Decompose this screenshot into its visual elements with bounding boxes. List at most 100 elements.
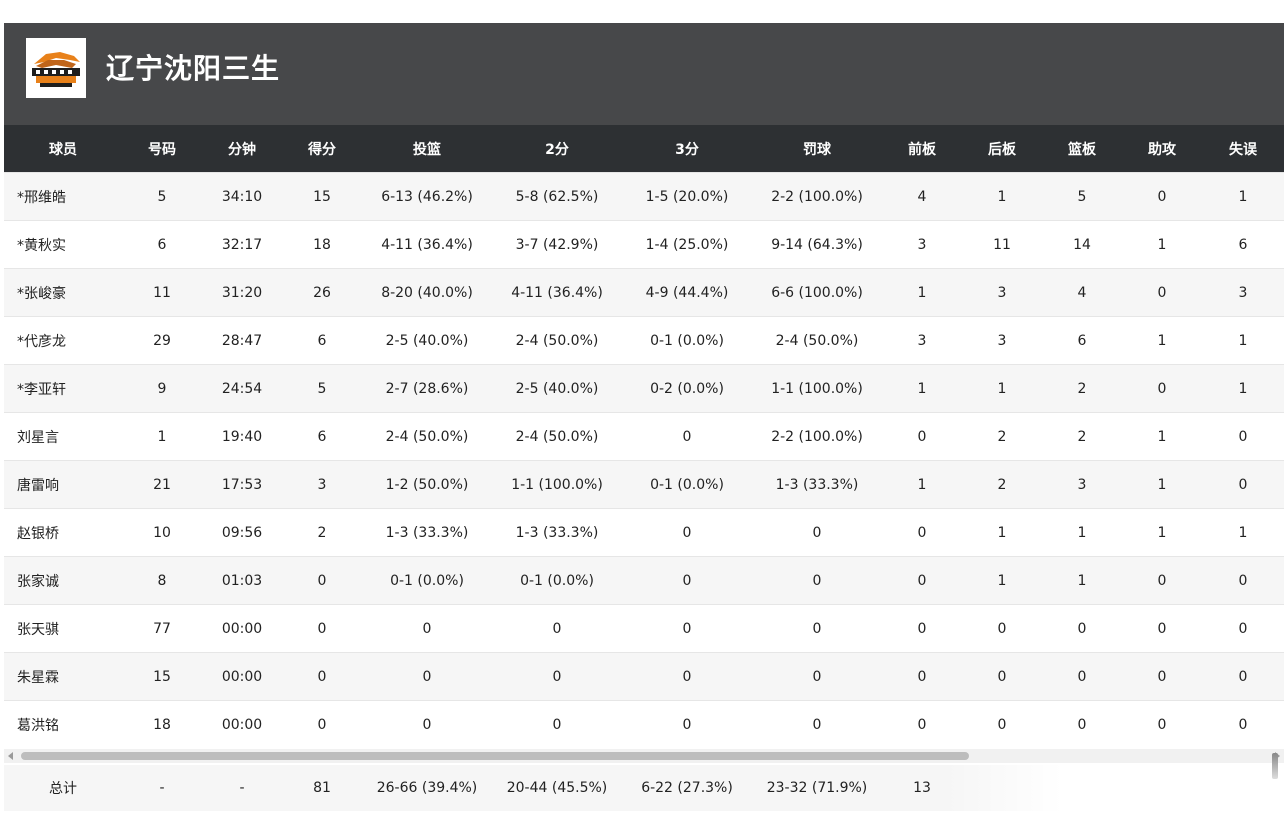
player-row: 朱星霖 15 00:00 0 0 0 0 0 0 0 0 0 0 xyxy=(4,652,1284,701)
stat-cell: 1 xyxy=(882,460,962,509)
column-header[interactable]: 号码 xyxy=(122,125,202,173)
column-header[interactable]: 前板 xyxy=(882,125,962,173)
player-row: *黄秋实 6 32:17 18 4-11 (36.4%) 3-7 (42.9%) 1-4 (… xyxy=(4,220,1284,269)
stat-cell: 1 xyxy=(882,268,962,317)
stat-cell: 18 xyxy=(282,220,362,269)
totals-cell: - xyxy=(202,765,282,811)
stat-cell: 0 xyxy=(622,412,752,461)
player-name: 唐雷响 xyxy=(4,460,122,509)
column-header[interactable]: 罚球 xyxy=(752,125,882,173)
player-name: 朱星霖 xyxy=(4,652,122,701)
stat-cell: 3 xyxy=(1042,460,1122,509)
scroll-left-arrow-icon[interactable] xyxy=(8,752,13,760)
stat-cell: 2-4 (50.0%) xyxy=(492,412,622,461)
stat-cell: 0 xyxy=(1202,412,1284,461)
column-header[interactable]: 分钟 xyxy=(202,125,282,173)
stat-cell: 0-1 (0.0%) xyxy=(492,556,622,605)
stat-cell: 1-1 (100.0%) xyxy=(492,460,622,509)
stat-cell: 21 xyxy=(122,460,202,509)
stat-cell: 11 xyxy=(122,268,202,317)
stat-cell: 6-6 (100.0%) xyxy=(752,268,882,317)
stat-cell: 4-11 (36.4%) xyxy=(362,220,492,269)
column-header[interactable]: 后板 xyxy=(962,125,1042,173)
stat-cell: 0 xyxy=(282,652,362,701)
team-header: 辽宁沈阳三生 xyxy=(4,23,1284,125)
player-stats-table: 球员 号码 分钟 得分 投篮 2分 3分 罚球 前板 后板 篮板 助攻 失误 *邢维皓 5 34:10 15 6… xyxy=(4,125,1284,748)
player-name: 刘星言 xyxy=(4,412,122,461)
stat-cell: 3 xyxy=(882,316,962,365)
stat-cell: 0 xyxy=(882,508,962,557)
stat-cell: 0 xyxy=(622,700,752,748)
stat-cell: 0 xyxy=(1042,652,1122,701)
column-header[interactable]: 3分 xyxy=(622,125,752,173)
stat-cell: 10 xyxy=(122,508,202,557)
stat-cell: 1 xyxy=(1122,316,1202,365)
scroll-edge-marker xyxy=(1272,753,1278,779)
stat-cell: 6 xyxy=(282,316,362,365)
player-row: *代彦龙 29 28:47 6 2-5 (40.0%) 2-4 (50.0%) 0-1 (0… xyxy=(4,316,1284,365)
stat-cell: 0 xyxy=(1122,268,1202,317)
column-header[interactable]: 球员 xyxy=(4,125,122,173)
stat-cell: 1 xyxy=(1042,556,1122,605)
player-name: *张峻豪 xyxy=(4,268,122,317)
stat-cell: 31:20 xyxy=(202,268,282,317)
stat-cell: 19:40 xyxy=(202,412,282,461)
stat-cell: 0 xyxy=(1202,460,1284,509)
stat-cell: 29 xyxy=(122,316,202,365)
stat-cell: 6-13 (46.2%) xyxy=(362,172,492,221)
player-name: 张家诚 xyxy=(4,556,122,605)
column-header[interactable]: 篮板 xyxy=(1042,125,1122,173)
stat-cell: 6 xyxy=(122,220,202,269)
stat-cell: 1 xyxy=(1122,460,1202,509)
player-row: *李亚轩 9 24:54 5 2-7 (28.6%) 2-5 (40.0%) 0-2 (0.… xyxy=(4,364,1284,413)
stat-cell: 0 xyxy=(1202,604,1284,653)
column-header[interactable]: 2分 xyxy=(492,125,622,173)
overflow-fade xyxy=(944,765,1284,811)
column-header[interactable]: 失误 xyxy=(1202,125,1284,173)
stat-cell: 6 xyxy=(282,412,362,461)
stat-cell: 18 xyxy=(122,700,202,748)
box-score-panel: 辽宁沈阳三生 球员 号码 分钟 得分 投篮 2分 3分 罚球 前板 后板 篮板 助攻 失误 *邢维皓 5 3… xyxy=(4,23,1284,813)
stat-cell: 24:54 xyxy=(202,364,282,413)
stat-cell: 4-11 (36.4%) xyxy=(492,268,622,317)
player-name: *邢维皓 xyxy=(4,172,122,221)
stat-cell: 1 xyxy=(1122,508,1202,557)
stat-cell: 0 xyxy=(1202,700,1284,748)
stat-cell: 0-1 (0.0%) xyxy=(362,556,492,605)
stat-cell: 0 xyxy=(622,652,752,701)
stat-cell: 14 xyxy=(1042,220,1122,269)
stat-cell: 15 xyxy=(122,652,202,701)
stat-cell: 1 xyxy=(882,364,962,413)
stat-cell: 0 xyxy=(962,652,1042,701)
totals-cell: 20-44 (45.5%) xyxy=(492,765,622,811)
player-name: *李亚轩 xyxy=(4,364,122,413)
totals-cell: 81 xyxy=(282,765,362,811)
stat-cell: 0 xyxy=(282,604,362,653)
stat-cell: 11 xyxy=(962,220,1042,269)
stat-cell: 0 xyxy=(492,700,622,748)
column-header[interactable]: 助攻 xyxy=(1122,125,1202,173)
stat-cell: 3-7 (42.9%) xyxy=(492,220,622,269)
totals-cell: 26-66 (39.4%) xyxy=(362,765,492,811)
stat-cell: 1 xyxy=(962,556,1042,605)
stat-cell: 2-4 (50.0%) xyxy=(752,316,882,365)
horizontal-scrollbar[interactable] xyxy=(4,749,1284,763)
stat-cell: 5 xyxy=(282,364,362,413)
column-header[interactable]: 投篮 xyxy=(362,125,492,173)
stat-cell: 8 xyxy=(122,556,202,605)
stat-cell: 1-5 (20.0%) xyxy=(622,172,752,221)
stat-cell: 0 xyxy=(882,652,962,701)
column-header[interactable]: 得分 xyxy=(282,125,362,173)
stat-cell: 01:03 xyxy=(202,556,282,605)
player-row: 葛洪铭 18 00:00 0 0 0 0 0 0 0 0 0 0 xyxy=(4,700,1284,748)
team-logo-icon xyxy=(26,38,86,98)
stat-cell: 1 xyxy=(122,412,202,461)
stat-cell: 15 xyxy=(282,172,362,221)
stat-cell: 0 xyxy=(1122,700,1202,748)
stat-cell: 3 xyxy=(962,316,1042,365)
stat-cell: 2 xyxy=(1042,412,1122,461)
stat-cell: 1-1 (100.0%) xyxy=(752,364,882,413)
stat-cell: 0 xyxy=(1202,652,1284,701)
scrollbar-thumb[interactable] xyxy=(21,752,969,760)
stat-cell: 0-2 (0.0%) xyxy=(622,364,752,413)
